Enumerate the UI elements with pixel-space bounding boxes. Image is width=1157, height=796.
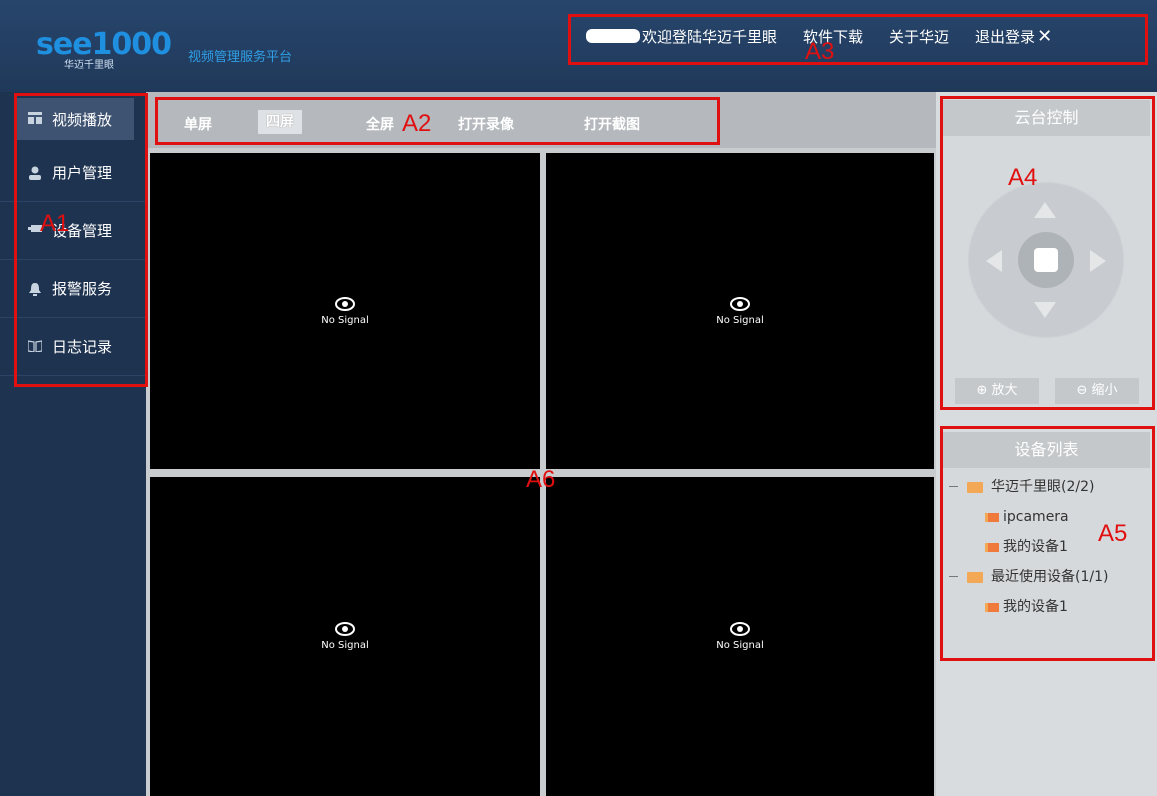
no-signal-overlay: No Signal xyxy=(150,153,540,469)
annotation-label-a6: A6 xyxy=(526,466,556,493)
eye-icon xyxy=(730,622,750,636)
video-screen-2[interactable]: No Signal xyxy=(546,153,934,469)
annotation-label-a5: A5 xyxy=(1098,520,1128,547)
annotation-box-a3 xyxy=(568,14,1148,65)
no-signal-overlay: No Signal xyxy=(546,153,934,469)
annotation-label-a4: A4 xyxy=(1008,164,1038,191)
no-signal-text: No Signal xyxy=(321,640,369,651)
platform-title: 视频管理服务平台 xyxy=(188,50,293,65)
video-screen-4[interactable]: No Signal xyxy=(546,477,934,796)
eye-icon xyxy=(335,622,355,636)
annotation-label-a1: A1 xyxy=(40,210,70,237)
no-signal-overlay: No Signal xyxy=(546,477,934,796)
eye-icon xyxy=(335,296,355,311)
video-screen-1[interactable]: No Signal xyxy=(150,153,540,469)
eye-icon xyxy=(730,296,750,311)
no-signal-text: No Signal xyxy=(716,640,764,651)
main-area: 单屏 四屏 全屏 打开录像 打开截图 No Signal No Signal N… xyxy=(146,92,936,796)
no-signal-text: No Signal xyxy=(716,314,764,326)
annotation-label-a3: A3 xyxy=(805,38,835,65)
annotation-label-a2: A2 xyxy=(402,110,432,137)
annotation-box-a1 xyxy=(14,93,148,387)
logo-text: see1000 xyxy=(36,27,172,62)
video-screen-3[interactable]: No Signal xyxy=(150,477,540,796)
logo: see1000 华迈千里眼 xyxy=(36,27,172,72)
no-signal-overlay: No Signal xyxy=(150,477,540,796)
annotation-box-a2 xyxy=(155,97,720,145)
no-signal-text: No Signal xyxy=(321,314,369,326)
annotation-box-a4 xyxy=(940,96,1155,410)
